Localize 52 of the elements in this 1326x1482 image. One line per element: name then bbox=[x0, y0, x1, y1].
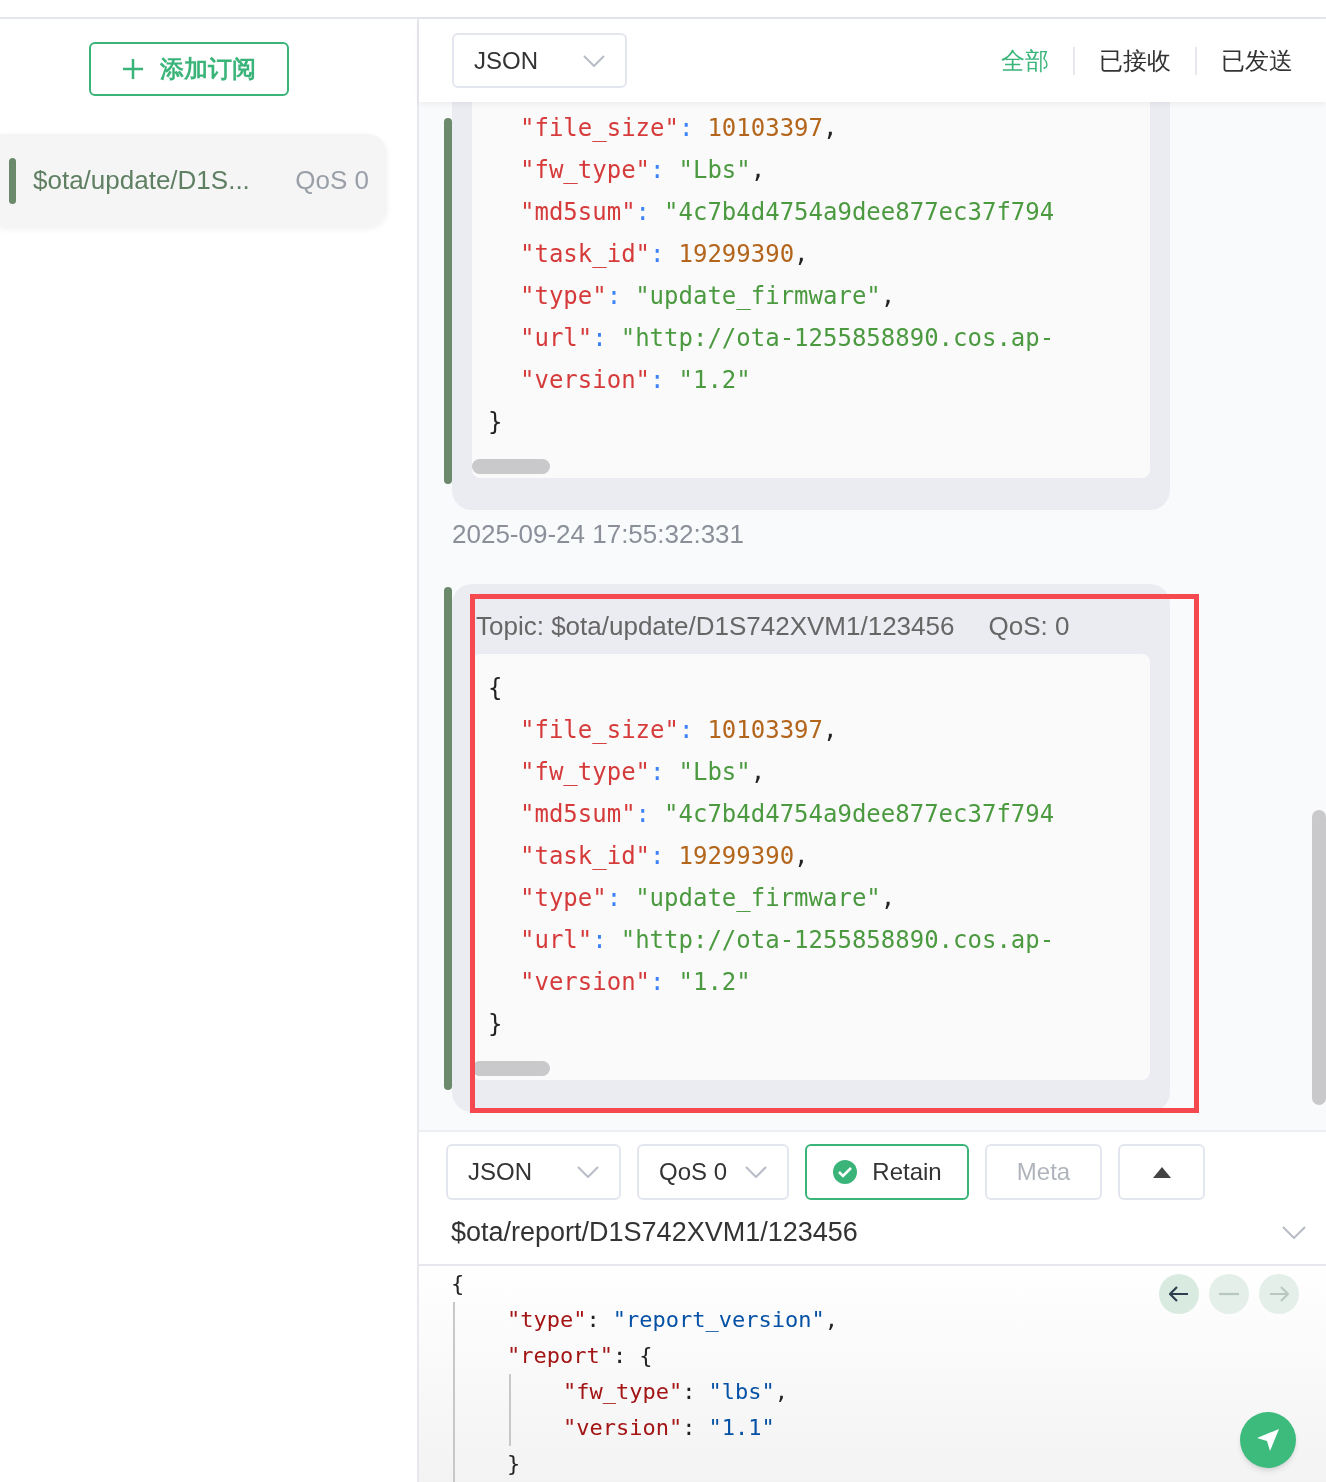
chevron-down-icon bbox=[583, 54, 605, 67]
code-line: "md5sum": "4c7b4d4754a9dee877ec37f794 bbox=[519, 197, 1056, 228]
qos-label: QoS: 0 bbox=[988, 610, 1070, 643]
check-circle-icon bbox=[832, 1159, 859, 1185]
code-line: "version": "1.2" bbox=[519, 365, 752, 396]
code-line: "url": "http://ota-1255858890.cos.ap- bbox=[519, 925, 1056, 956]
code-line: "file_size": 10103397, bbox=[519, 113, 839, 144]
code-line: "version": "1.1" bbox=[451, 1410, 775, 1446]
scrollbar-thumb[interactable] bbox=[472, 1061, 550, 1076]
format-select[interactable]: JSON bbox=[452, 33, 627, 88]
qos-select[interactable]: QoS 0 bbox=[637, 1144, 789, 1200]
arrow-left-icon bbox=[1169, 1286, 1189, 1302]
scrollbar-thumb[interactable] bbox=[1312, 810, 1326, 1105]
code-line: "url": "http://ota-1255858890.cos.ap- bbox=[519, 323, 1056, 354]
code-line: "md5sum": "4c7b4d4754a9dee877ec37f794 bbox=[519, 799, 1056, 830]
code-line: "fw_type": "Lbs", bbox=[519, 757, 767, 788]
retain-button[interactable]: Retain bbox=[805, 1144, 969, 1200]
topic-label: $ota/update/D1S... bbox=[33, 164, 250, 197]
timestamp: 2025-09-24 17:55:32:331 bbox=[452, 518, 745, 551]
filter-tab[interactable]: 已接收 bbox=[1099, 42, 1171, 79]
code-line: } bbox=[451, 1446, 521, 1482]
send-icon bbox=[1255, 1427, 1281, 1453]
code-line: "type": "report_version", bbox=[451, 1302, 838, 1338]
arrow-right-icon bbox=[1269, 1286, 1289, 1302]
minus-icon bbox=[1219, 1292, 1239, 1296]
chevron-down-icon bbox=[745, 1166, 767, 1178]
chevron-down-icon bbox=[577, 1166, 599, 1178]
code-line: "task_id": 19299390, bbox=[519, 841, 810, 872]
code-line: "task_id": 19299390, bbox=[519, 239, 810, 270]
send-button[interactable] bbox=[1240, 1412, 1296, 1468]
plus-icon bbox=[122, 58, 144, 80]
caret-up-icon bbox=[1152, 1166, 1171, 1178]
history-back-button[interactable] bbox=[1159, 1274, 1199, 1314]
format-select[interactable]: JSON bbox=[446, 1144, 621, 1200]
code-line: "fw_type": "lbs", bbox=[451, 1374, 788, 1410]
qos-label: QoS 0 bbox=[295, 164, 369, 197]
filter-tab[interactable]: 已发送 bbox=[1221, 42, 1293, 79]
code-line: "type": "update_firmware", bbox=[519, 883, 897, 914]
code-line: "file_size": 10103397, bbox=[519, 715, 839, 746]
code-line: "version": "1.2" bbox=[519, 967, 752, 998]
subscription-item[interactable]: $ota/update/D1S... QoS 0 bbox=[0, 134, 387, 227]
code-line: "report": { bbox=[451, 1338, 653, 1374]
code-line: } bbox=[488, 407, 504, 438]
code-line: } bbox=[488, 1009, 504, 1040]
code-line: "fw_type": "Lbs", bbox=[519, 155, 767, 186]
scrollbar-thumb[interactable] bbox=[472, 459, 550, 474]
expand-button[interactable] bbox=[1118, 1144, 1205, 1200]
code-line: "type": "update_firmware", bbox=[519, 281, 897, 312]
code-line: { bbox=[451, 1270, 465, 1298]
topic-label: Topic: $ota/update/D1S742XVM1/123456 bbox=[476, 610, 955, 643]
chevron-down-icon bbox=[1282, 1225, 1306, 1239]
code-line: { bbox=[488, 673, 504, 704]
